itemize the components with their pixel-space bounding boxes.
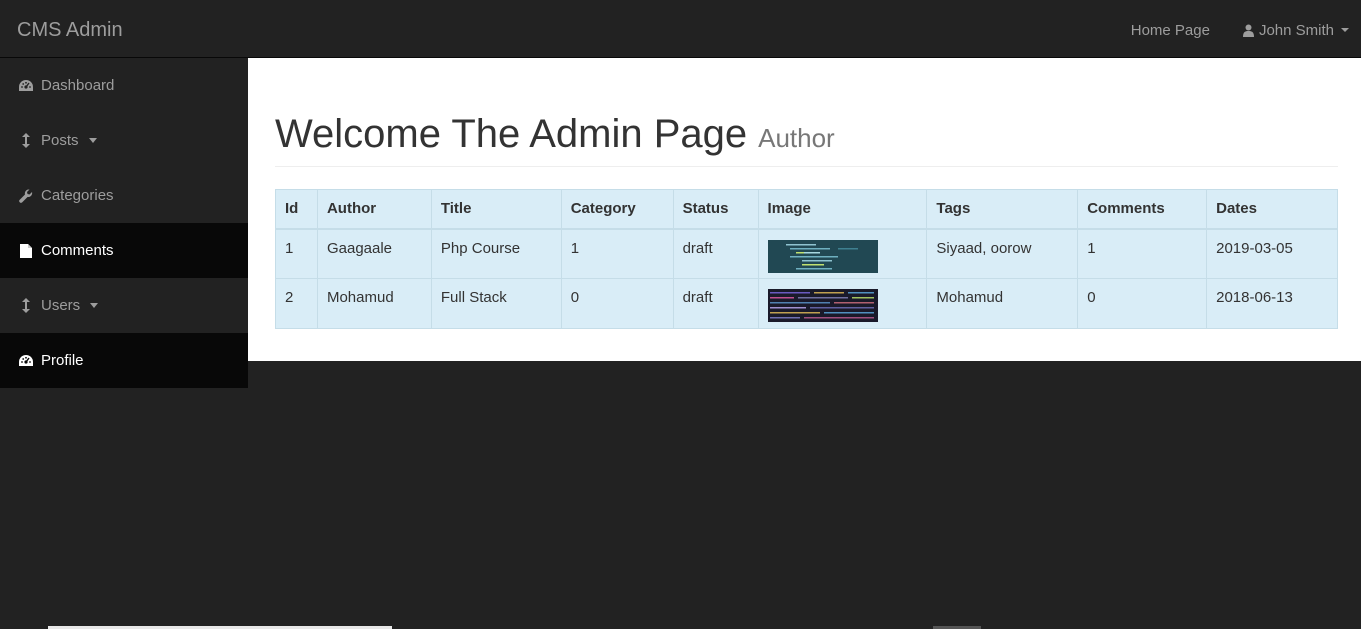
- column-header: Category: [560, 189, 674, 230]
- cell-image: [757, 278, 928, 329]
- page-header: Welcome The Admin Page Author: [275, 112, 1338, 167]
- table-header-row: Id Author Title Category Status Image Ta…: [275, 189, 1338, 230]
- cell-status: draft: [672, 278, 759, 329]
- table-row: 1 Gaagaale Php Course 1 draft Siyaad, oo…: [275, 228, 1338, 279]
- chevron-down-icon: [88, 138, 97, 143]
- sidebar-item-label: Dashboard: [41, 77, 115, 94]
- sidebar-item-label: Users: [41, 297, 81, 314]
- post-image-thumbnail: [767, 289, 878, 322]
- sidebar-item-users[interactable]: Users: [0, 278, 248, 333]
- cell-id: 1: [275, 228, 318, 279]
- cell-category: 0: [560, 278, 674, 329]
- sidebar: Dashboard Posts Categories Comments User…: [0, 58, 248, 388]
- chevron-down-icon: [90, 303, 99, 308]
- cell-title: Php Course: [430, 228, 562, 279]
- sidebar-item-label: Posts: [41, 132, 79, 149]
- cell-tags: Mohamud: [926, 278, 1079, 329]
- cell-id: 2: [275, 278, 318, 329]
- main-content: Welcome The Admin Page Author Id Author …: [248, 58, 1361, 361]
- home-page-label: Home Page: [1130, 21, 1210, 39]
- top-navbar: CMS Admin Home Page John Smith: [0, 2, 1361, 58]
- user-menu-toggle[interactable]: John Smith: [1242, 21, 1349, 39]
- sidebar-item-comments[interactable]: Comments: [0, 223, 248, 278]
- sidebar-item-profile[interactable]: Profile: [0, 333, 248, 388]
- home-page-link[interactable]: Home Page: [1131, 22, 1210, 39]
- cell-image: [757, 228, 928, 279]
- arrows-v-icon: [19, 298, 33, 313]
- sidebar-item-dashboard[interactable]: Dashboard: [0, 58, 248, 113]
- sidebar-item-label: Comments: [41, 242, 114, 259]
- sidebar-item-label: Categories: [41, 187, 114, 204]
- user-icon: [1242, 24, 1254, 37]
- sidebar-item-categories[interactable]: Categories: [0, 168, 248, 223]
- cell-status: draft: [672, 228, 759, 279]
- wrench-icon: [19, 188, 33, 203]
- column-header: Image: [757, 189, 928, 230]
- cell-date: 2019-03-05: [1206, 228, 1338, 279]
- column-header: Status: [672, 189, 759, 230]
- cell-author: Gaagaale: [316, 228, 432, 279]
- sidebar-item-label: Profile: [41, 352, 84, 369]
- column-header: Dates: [1206, 189, 1338, 230]
- page-title: Welcome The Admin Page: [275, 112, 748, 156]
- brand-link[interactable]: CMS Admin: [17, 19, 123, 41]
- cell-title: Full Stack: [430, 278, 562, 329]
- column-header: Title: [430, 189, 562, 230]
- cell-comments: 0: [1077, 278, 1208, 329]
- post-image-thumbnail: [767, 239, 878, 273]
- dashboard-icon: [19, 79, 33, 93]
- arrows-v-icon: [19, 133, 33, 148]
- cell-comments: 1: [1077, 228, 1208, 279]
- cell-author: Mohamud: [316, 278, 432, 329]
- column-header: Id: [275, 189, 318, 230]
- chevron-down-icon: [1341, 28, 1349, 32]
- file-icon: [19, 243, 33, 258]
- column-header: Tags: [926, 189, 1079, 230]
- column-header: Author: [316, 189, 432, 230]
- sidebar-item-posts[interactable]: Posts: [0, 113, 248, 168]
- column-header: Comments: [1077, 189, 1208, 230]
- cell-category: 1: [560, 228, 674, 279]
- top-nav-links: Home Page John Smith: [1098, 2, 1349, 58]
- table-row: 2 Mohamud Full Stack 0 draft Mohamud 0 2…: [275, 278, 1338, 329]
- cell-tags: Siyaad, oorow: [926, 228, 1079, 279]
- user-name: John Smith: [1258, 21, 1334, 39]
- page-subtitle: Author: [758, 123, 835, 153]
- dashboard-icon: [19, 354, 33, 368]
- cell-date: 2018-06-13: [1206, 278, 1338, 329]
- posts-table: Id Author Title Category Status Image Ta…: [275, 189, 1338, 329]
